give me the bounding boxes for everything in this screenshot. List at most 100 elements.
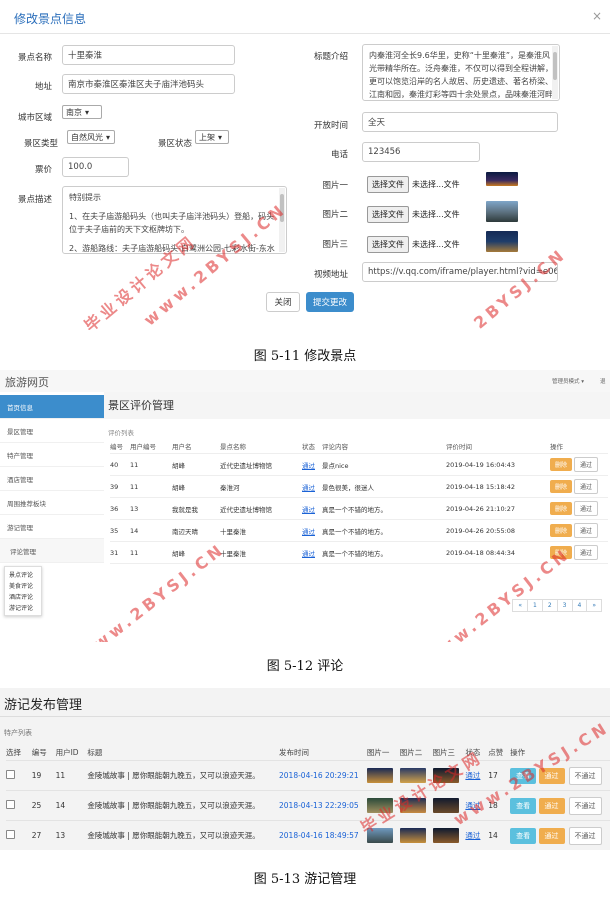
table-row: 35 14 南辺天晴 十里秦淮 通过 真是一个不错的地方。 2019-04-26…	[110, 519, 608, 542]
choose-file-button[interactable]: 选择文件	[367, 176, 409, 193]
reject-button[interactable]: 不通过	[568, 766, 602, 785]
status-link[interactable]: 通过	[465, 801, 480, 810]
pass-button[interactable]: 通过	[538, 827, 565, 844]
delete-button[interactable]: 删除	[550, 480, 573, 493]
cell: 11	[55, 760, 88, 791]
cell: 19	[31, 760, 56, 791]
name-field[interactable]: 十里秦淮	[62, 45, 235, 65]
city-select[interactable]: 南京 ▾	[62, 105, 102, 119]
desc-para-2: 1、在夫子庙游船码头（也叫夫子庙泮池码头）登船，码头位于夫子庙前的天下文枢牌坊下…	[69, 212, 275, 234]
row-checkbox[interactable]	[6, 770, 15, 779]
table-header: 编号 用户编号 用户名 景点名称 状态 评论内容 评价时间 操作	[110, 439, 608, 454]
status-link[interactable]: 通过	[465, 831, 480, 840]
intro-textarea[interactable]: 内秦淮河全长9.6华里，史称“十里秦淮”，是秦淮风光带精华所在。泛舟秦淮，不仅可…	[362, 44, 560, 101]
sidebar-item-hotel[interactable]: 酒店管理	[0, 467, 104, 491]
price-field[interactable]: 100.0	[62, 157, 129, 177]
pass-button[interactable]: 通过	[574, 545, 599, 560]
type-select[interactable]: 自然风光 ▾	[67, 130, 115, 144]
table-row: 25 14 金陵城故事 | 愿你眼能朝九晚五，又可以浪迹天涯。 2018-04-…	[6, 790, 610, 821]
top-bar: 旅游网页 管理员模式 ▾ 退	[0, 370, 610, 393]
pass-button[interactable]: 通过	[574, 523, 599, 538]
column-header: 发布时间	[279, 747, 310, 757]
note-image-thumbnail	[399, 768, 426, 783]
status-link[interactable]: 通过	[302, 550, 315, 558]
scrollbar[interactable]	[279, 188, 285, 252]
status-link[interactable]: 通过	[302, 462, 315, 470]
submit-button[interactable]: 提交更改	[306, 292, 354, 312]
scrollbar[interactable]	[552, 46, 558, 99]
pic3-thumbnail	[486, 231, 518, 252]
admin-menu[interactable]: 管理员模式 ▾	[552, 377, 584, 385]
row-checkbox[interactable]	[6, 830, 15, 839]
hours-field[interactable]: 全天	[362, 112, 558, 132]
status-link[interactable]: 通过	[302, 528, 315, 536]
note-image-thumbnail	[432, 768, 459, 783]
status-select[interactable]: 上架 ▾	[195, 130, 229, 144]
delete-button[interactable]: 删除	[550, 502, 573, 515]
submenu-item[interactable]: 游记评论	[5, 602, 41, 613]
sidebar-item-recommend[interactable]: 周围推荐板块	[0, 491, 104, 515]
choose-file-button[interactable]: 选择文件	[367, 206, 409, 223]
main-area: 景区评价管理 评价列表 编号 用户编号 用户名 景点名称 状态 评论内容 评价时…	[104, 392, 610, 642]
note-image-thumbnail	[366, 798, 393, 813]
reject-button[interactable]: 不通过	[568, 796, 602, 815]
phone-field[interactable]: 123456	[362, 142, 480, 162]
view-button[interactable]: 查看	[510, 827, 537, 844]
status-link[interactable]: 通过	[465, 771, 480, 780]
pass-button[interactable]: 通过	[574, 457, 599, 472]
pic2-file-input[interactable]: 选择文件 未选择...文件	[367, 206, 460, 223]
pass-button[interactable]: 通过	[538, 767, 565, 784]
close-button[interactable]: 关闭	[266, 292, 300, 312]
cell: 胡峰	[172, 453, 220, 476]
desc-textarea[interactable]: 特别提示 1、在夫子庙游船码头（也叫夫子庙泮池码头）登船，码头位于夫子庙前的天下…	[62, 186, 287, 254]
column-header: 操作	[550, 439, 608, 454]
page-link[interactable]: 3	[556, 599, 573, 612]
sidebar-item-specialty[interactable]: 特产管理	[0, 443, 104, 467]
pass-button[interactable]: 通过	[574, 501, 599, 516]
view-button[interactable]: 查看	[510, 797, 537, 814]
logout-link[interactable]: 退	[600, 377, 606, 385]
cell: 景色很美，很迷人	[322, 475, 446, 498]
sidebar-item-scenic[interactable]: 景区管理	[0, 419, 104, 443]
address-field[interactable]: 南京市秦淮区秦淮区夫子庙泮池码头	[62, 74, 235, 94]
table-row: 27 13 金陵城故事 | 愿你眼能朝九晚五，又可以浪迹天涯。 2018-04-…	[6, 820, 610, 850]
close-icon[interactable]: ×	[592, 9, 602, 23]
cell: 11	[130, 453, 172, 476]
pass-button[interactable]: 通过	[574, 479, 599, 494]
page-next[interactable]: »	[586, 599, 602, 612]
chevron-down-icon: ▾	[218, 132, 223, 142]
note-image-thumbnail	[366, 828, 393, 843]
cell: 真是一个不错的地方。	[322, 541, 446, 564]
sidebar-item-reviews[interactable]: 评论管理	[0, 539, 104, 563]
delete-button[interactable]: 删除	[550, 458, 573, 471]
status-link[interactable]: 通过	[302, 506, 315, 514]
cell: 2019-04-19 16:04:43	[446, 453, 550, 476]
row-checkbox[interactable]	[6, 800, 15, 809]
cell: 2019-04-26 20:55:08	[446, 519, 550, 542]
desc-para-1: 特别提示	[69, 193, 101, 202]
column-header: 用户编号	[130, 439, 172, 454]
sidebar-item-home[interactable]: 首页信息	[0, 395, 104, 419]
video-field[interactable]: https://v.qq.com/iframe/player.html?vid=…	[362, 262, 558, 282]
choose-file-button[interactable]: 选择文件	[367, 236, 409, 253]
page-link[interactable]: 2	[541, 599, 558, 612]
page-prev[interactable]: «	[512, 599, 529, 612]
delete-button[interactable]: 删除	[550, 546, 573, 559]
pic1-file-input[interactable]: 选择文件 未选择...文件	[367, 176, 460, 193]
pass-button[interactable]: 通过	[538, 797, 565, 814]
pic3-file-input[interactable]: 选择文件 未选择...文件	[367, 236, 460, 253]
page-link[interactable]: 1	[527, 599, 543, 612]
submenu-item[interactable]: 酒店评论	[5, 591, 41, 602]
price-label: 票价	[34, 165, 52, 175]
status-link[interactable]: 通过	[302, 484, 315, 492]
reject-button[interactable]: 不通过	[568, 826, 602, 845]
cell: 2019-04-18 08:44:34	[446, 541, 550, 564]
submenu-item[interactable]: 景点评论	[5, 569, 41, 580]
page-link[interactable]: 4	[571, 599, 588, 612]
submenu-item[interactable]: 美食评论	[5, 580, 41, 591]
delete-button[interactable]: 删除	[550, 524, 573, 537]
sidebar-item-notes[interactable]: 游记管理	[0, 515, 104, 539]
view-button[interactable]: 查看	[510, 767, 537, 784]
cell: 35	[110, 519, 130, 542]
column-header: 状态	[302, 439, 322, 454]
